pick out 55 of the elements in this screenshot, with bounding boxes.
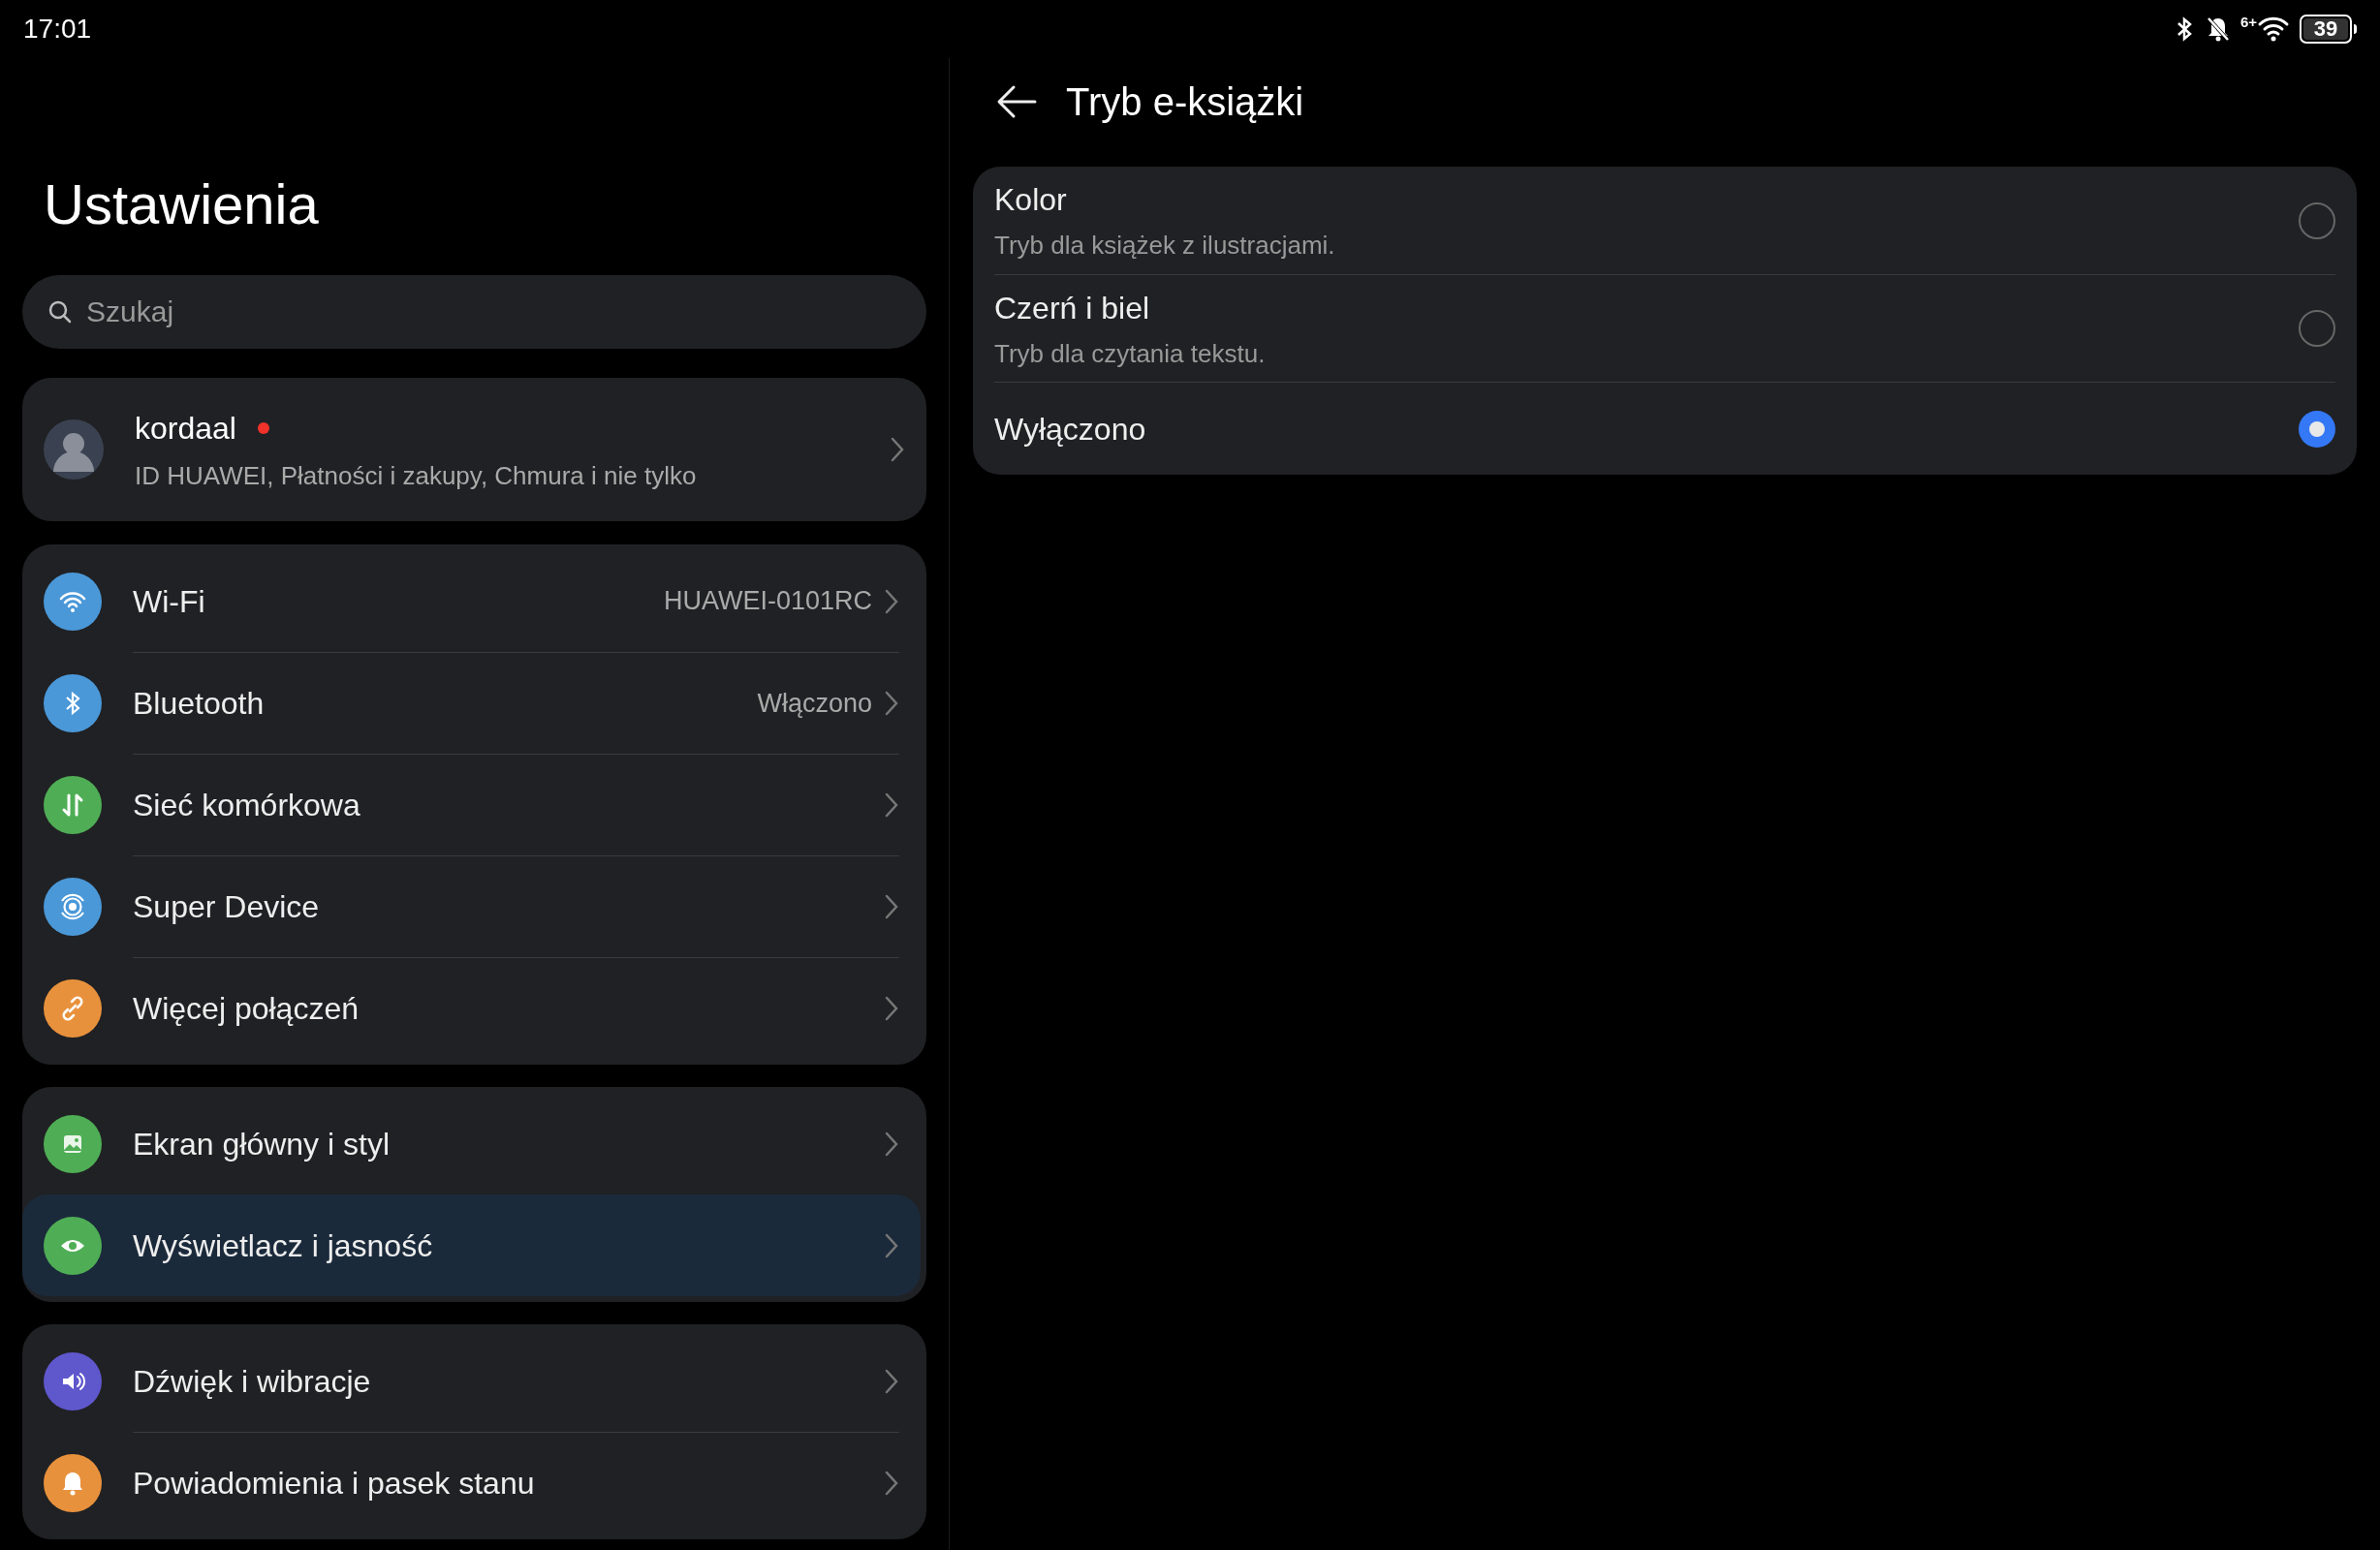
search-icon <box>47 299 73 325</box>
option-label: Czerń i biel <box>994 289 1151 327</box>
radio-button[interactable] <box>2299 410 2335 448</box>
settings-item[interactable]: Więcej połączeń <box>22 957 921 1059</box>
settings-item[interactable]: Wyświetlacz i jasność <box>22 1194 921 1296</box>
back-arrow-icon[interactable] <box>996 84 1037 119</box>
chevron-right-icon <box>884 1130 899 1158</box>
mode-option[interactable]: Wyłączono <box>994 382 2335 475</box>
mode-option[interactable]: Kolor Tryb dla książek z ilustracjami. <box>994 167 2335 274</box>
item-label: Dźwięk i wibracje <box>133 1362 372 1401</box>
chevron-right-icon <box>884 791 899 819</box>
chevron-right-icon <box>884 893 899 920</box>
radio-button[interactable] <box>2299 310 2335 347</box>
search-field[interactable]: Szukaj <box>22 275 926 349</box>
radio-button[interactable] <box>2299 202 2335 239</box>
item-label: Więcej połączeń <box>133 990 360 1028</box>
settings-item[interactable]: Super Device <box>22 855 921 957</box>
battery-indicator: 39 <box>2300 15 2352 44</box>
chevron-right-icon <box>884 690 899 717</box>
page-title: Ustawienia <box>44 176 320 232</box>
item-label: Wyświetlacz i jasność <box>133 1226 434 1265</box>
chevron-right-icon <box>884 1231 899 1259</box>
account-subtitle: ID HUAWEI, Płatności i zakupy, Chmura i nie tylko <box>135 459 698 492</box>
settings-item[interactable]: Ekran główny i styl <box>22 1093 921 1194</box>
avatar-icon <box>44 419 104 480</box>
mode-option[interactable]: Czerń i biel Tryb dla czytania tekstu. <box>994 274 2335 382</box>
item-label: Powiadomienia i pasek stanu <box>133 1465 536 1503</box>
item-label: Bluetooth <box>133 685 266 723</box>
settings-item[interactable]: Bluetooth Włączono <box>22 652 921 754</box>
wifi-standard-label: 6+ <box>2239 15 2257 29</box>
option-label: Kolor <box>994 181 1068 219</box>
item-value: Włączono <box>757 687 872 720</box>
chevron-right-icon <box>884 995 899 1022</box>
item-label: Ekran główny i styl <box>133 1125 391 1163</box>
settings-item[interactable]: Sieć komórkowa <box>22 754 921 855</box>
chevron-right-icon <box>884 1367 899 1395</box>
chevron-right-icon <box>890 436 905 463</box>
option-description: Tryb dla książek z ilustracjami. <box>994 230 1336 262</box>
bell-muted-icon <box>2205 16 2231 43</box>
chevron-right-icon <box>884 587 899 615</box>
option-description: Tryb dla czytania tekstu. <box>994 337 1267 370</box>
settings-item[interactable]: Dźwięk i wibracje <box>22 1330 921 1432</box>
item-label: Wi-Fi <box>133 582 206 621</box>
account-card[interactable]: kordaal ID HUAWEI, Płatności i zakupy, Chmura i nie tylko <box>22 378 926 521</box>
item-label: Sieć komórkowa <box>133 787 361 824</box>
wifi-icon <box>2257 15 2290 44</box>
settings-item[interactable]: Wi-Fi HUAWEI-0101RC <box>22 550 921 652</box>
status-time: 17:01 <box>23 13 92 46</box>
settings-item[interactable]: Powiadomienia i pasek stanu <box>22 1432 921 1534</box>
chevron-right-icon <box>884 1470 899 1497</box>
item-label: Super Device <box>133 888 321 926</box>
account-name: kordaal <box>135 409 236 448</box>
item-value: HUAWEI-0101RC <box>663 585 872 618</box>
detail-title: Tryb e-książki <box>1066 79 1304 125</box>
option-label: Wyłączono <box>994 410 1147 449</box>
